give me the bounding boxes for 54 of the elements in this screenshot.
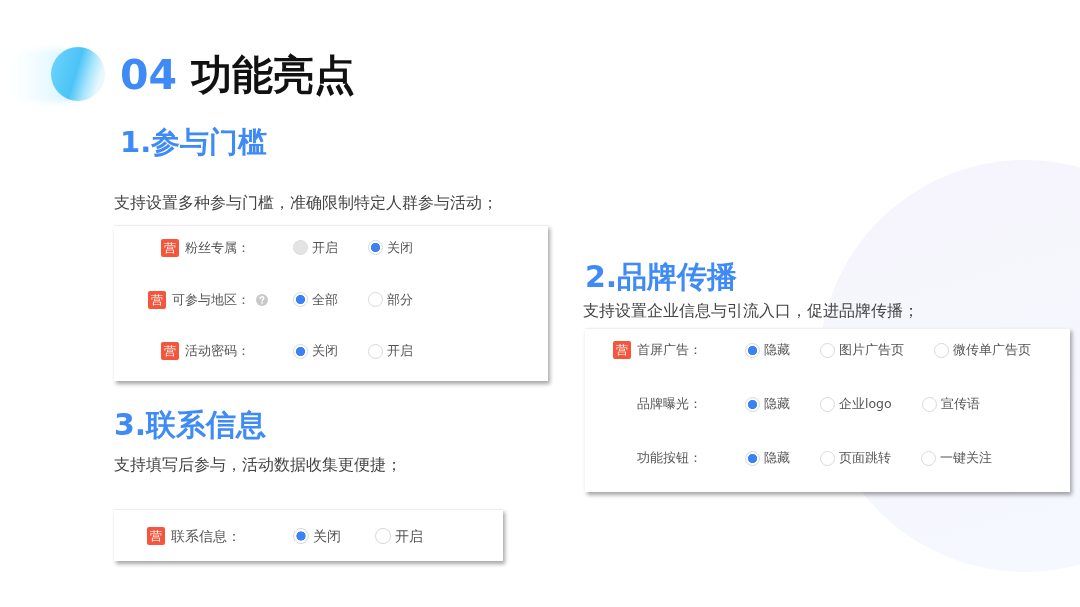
option-label: 页面跳转	[839, 449, 891, 467]
feature-tag: 营	[147, 526, 165, 545]
option-label: 图片广告页	[839, 341, 904, 359]
option-label: 开启	[395, 526, 423, 545]
radio-button[interactable]	[921, 396, 937, 412]
option-label: 隐藏	[764, 449, 790, 467]
option-label: 部分	[387, 290, 413, 309]
feature-tag: 营	[161, 342, 179, 361]
section-heading: 2.品牌传播	[585, 259, 738, 295]
radio-button[interactable]	[820, 396, 835, 412]
field-label: 可参与地区：	[172, 290, 250, 309]
option-label: 全部	[312, 290, 338, 309]
radio-button[interactable]	[745, 342, 760, 358]
option-label: 企业logo	[839, 395, 892, 413]
radio-button[interactable]	[368, 292, 383, 307]
option-label: 关闭	[312, 342, 338, 361]
feature-tag: 营	[148, 290, 166, 309]
radio-button[interactable]	[921, 450, 936, 466]
radio-button[interactable]	[745, 396, 760, 412]
option-label: 隐藏	[764, 341, 790, 359]
section-heading: 3.联系信息	[114, 407, 267, 443]
radio-button[interactable]	[375, 527, 391, 544]
section-description: 支持设置企业信息与引流入口，促进品牌传播；	[583, 301, 919, 322]
feature-tag: 营	[161, 238, 179, 257]
field-label: 功能按钮：	[637, 449, 702, 467]
field-label: 首屏广告：	[637, 341, 702, 359]
option-label: 一键关注	[940, 449, 992, 467]
option-label: 开启	[312, 238, 338, 257]
radio-button[interactable]	[934, 342, 949, 358]
option-label: 隐藏	[764, 395, 790, 413]
radio-button[interactable]	[368, 240, 383, 256]
radio-button[interactable]	[368, 343, 383, 359]
radio-button[interactable]	[293, 527, 309, 544]
field-label: 粉丝专属：	[185, 238, 250, 257]
option-label: 宣传语	[940, 395, 980, 413]
field-label: 联系信息：	[171, 526, 241, 545]
title-number: 04	[120, 50, 178, 100]
radio-button[interactable]	[820, 450, 835, 466]
page-title: 功能亮点	[191, 50, 356, 100]
help-icon[interactable]	[256, 293, 268, 306]
radio-button[interactable]	[293, 292, 308, 307]
option-label: 开启	[387, 342, 413, 361]
option-label: 微传单广告页	[953, 341, 1031, 359]
radio-button[interactable]	[820, 342, 835, 358]
radio-button[interactable]	[293, 343, 308, 359]
option-label: 关闭	[313, 526, 341, 545]
feature-tag: 营	[613, 341, 631, 359]
radio-button[interactable]	[745, 450, 760, 466]
section-description: 支持填写后参与，活动数据收集更便捷；	[114, 455, 402, 476]
section-heading: 1.参与门槛	[120, 124, 268, 160]
option-label: 关闭	[387, 238, 413, 257]
field-label: 品牌曝光：	[637, 395, 702, 413]
section-description: 支持设置多种参与门槛，准确限制特定人群参与活动；	[114, 193, 498, 214]
field-label: 活动密码：	[185, 342, 250, 361]
